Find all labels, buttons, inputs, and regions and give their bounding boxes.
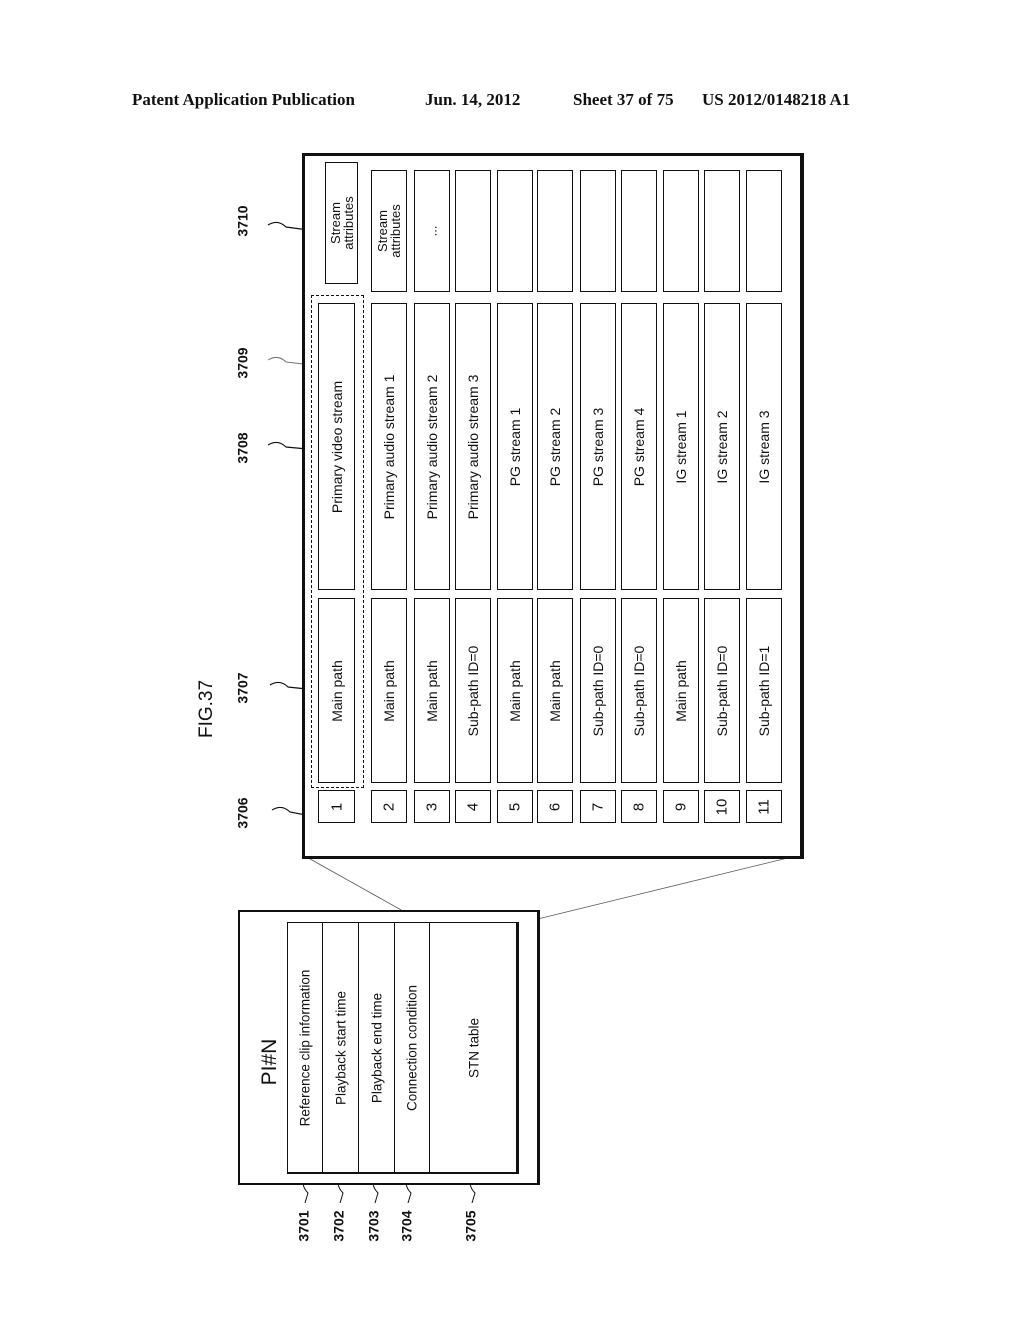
stream-cell: PG stream 1: [497, 303, 533, 590]
path-cell: Sub-path ID=0: [580, 598, 616, 783]
stream-attributes-cell: [497, 170, 533, 292]
stream-attributes-cell: Stream attributes: [325, 162, 358, 284]
ref-3701: 3701: [295, 1210, 312, 1242]
path-cell: Sub-path ID=0: [621, 598, 657, 783]
stream-number-cell: 11: [746, 790, 782, 823]
stream-number-cell: 4: [455, 790, 491, 823]
path-cell: Main path: [371, 598, 407, 783]
stream-cell-text: PG stream 1: [507, 407, 523, 486]
stream-cell-text: PG stream 3: [590, 407, 606, 486]
path-cell-text: Main path: [547, 659, 563, 722]
stream-cell-text: PG stream 2: [547, 407, 563, 486]
pi-field-playback-end: Playback end time: [359, 923, 395, 1172]
path-cell: Main path: [663, 598, 699, 783]
pi-field-stn-table: STN table: [466, 1017, 482, 1078]
ref-3702: 3702: [330, 1210, 347, 1242]
stream-number-cell: 9: [663, 790, 699, 823]
stream-number-cell: 2: [371, 790, 407, 823]
path-cell-text: Main path: [328, 659, 345, 722]
stream-attributes-cell: [580, 170, 616, 292]
ref-3703: 3703: [365, 1210, 382, 1242]
stream-number-cell-text: 3: [423, 802, 441, 811]
stream-attributes-text: ...: [424, 225, 440, 237]
path-cell: Main path: [318, 598, 355, 783]
zoom-connector-line: [512, 854, 801, 926]
stream-number-cell-text: 9: [672, 802, 690, 811]
stream-attributes-cell: Stream attributes: [371, 170, 407, 292]
path-cell: Sub-path ID=0: [455, 598, 491, 783]
stream-cell: IG stream 1: [663, 303, 699, 590]
pi-fields: Reference clip information Playback star…: [287, 922, 519, 1174]
pi-title: PI#N: [258, 1038, 281, 1086]
stream-number-cell-text: 1: [328, 802, 345, 811]
stream-cell-text: Primary audio stream 1: [381, 374, 397, 519]
stream-cell-text: IG stream 2: [714, 409, 730, 484]
stream-cell-text: Primary video stream: [328, 380, 345, 513]
stream-number-cell: 8: [621, 790, 657, 823]
path-cell-text: Sub-path ID=0: [714, 645, 730, 736]
path-cell-text: Main path: [381, 659, 397, 722]
stream-cell: Primary audio stream 3: [455, 303, 491, 590]
stream-attributes-cell: [663, 170, 699, 292]
stream-cell-text: Primary audio stream 2: [424, 374, 440, 519]
stream-cell: IG stream 2: [704, 303, 740, 590]
stream-attributes-cell: [455, 170, 491, 292]
path-cell: Main path: [414, 598, 450, 783]
stream-attributes-cell: [746, 170, 782, 292]
stream-number-cell: 6: [537, 790, 573, 823]
ref-3704: 3704: [398, 1210, 415, 1242]
stream-attributes-cell: [704, 170, 740, 292]
stream-attributes-cell: [537, 170, 573, 292]
path-cell: Sub-path ID=1: [746, 598, 782, 783]
ref-3710: 3710: [234, 205, 251, 237]
pi-field-playback-start: Playback start time: [323, 923, 359, 1172]
stream-cell: PG stream 2: [537, 303, 573, 590]
stream-cell-text: IG stream 1: [673, 409, 689, 484]
pi-field-reference-clip: Reference clip information: [288, 923, 323, 1172]
path-cell-text: Sub-path ID=0: [590, 645, 606, 736]
stream-number-cell: 5: [497, 790, 533, 823]
stream-attributes-text: Stream attributes: [327, 196, 356, 250]
stream-attributes-cell: [621, 170, 657, 292]
stream-attributes-text: Stream attributes: [375, 204, 403, 258]
stream-number-cell-text: 7: [589, 802, 607, 811]
stream-cell: PG stream 3: [580, 303, 616, 590]
ref-3705: 3705: [462, 1210, 479, 1242]
stream-cell: PG stream 4: [621, 303, 657, 590]
path-cell: Main path: [537, 598, 573, 783]
stream-number-cell-text: 6: [546, 802, 564, 811]
path-cell-text: Main path: [507, 659, 523, 722]
ref-3707: 3707: [234, 672, 251, 704]
stream-number-cell-text: 5: [506, 802, 524, 811]
ref-3709: 3709: [234, 347, 251, 379]
stream-number-cell-text: 2: [380, 802, 398, 811]
path-cell-text: Sub-path ID=0: [631, 645, 647, 736]
stream-cell: Primary audio stream 2: [414, 303, 450, 590]
ref-3708: 3708: [234, 432, 251, 464]
stream-number-cell: 10: [704, 790, 740, 823]
pi-field-connection: Connection condition: [395, 923, 430, 1172]
ref-3706: 3706: [234, 797, 251, 829]
stream-number-cell-text: 11: [755, 798, 773, 815]
path-cell-text: Main path: [673, 659, 689, 722]
stream-number-cell-text: 10: [713, 798, 731, 815]
path-cell-text: Sub-path ID=0: [465, 645, 481, 736]
path-cell: Main path: [497, 598, 533, 783]
path-cell: Sub-path ID=0: [704, 598, 740, 783]
stream-cell-text: PG stream 4: [631, 407, 647, 486]
stream-cell: Primary audio stream 1: [371, 303, 407, 590]
stream-cell-text: Primary audio stream 3: [465, 374, 481, 519]
stream-number-cell: 3: [414, 790, 450, 823]
path-cell-text: Sub-path ID=1: [756, 645, 772, 736]
stream-cell-text: IG stream 3: [756, 409, 772, 484]
stream-number-cell: 1: [318, 790, 355, 823]
stream-number-cell-text: 8: [630, 802, 648, 811]
stream-cell: Primary video stream: [318, 303, 355, 590]
path-cell-text: Main path: [424, 659, 440, 722]
stream-cell: IG stream 3: [746, 303, 782, 590]
stream-number-cell-text: 4: [464, 802, 482, 811]
stream-attributes-cell: ...: [414, 170, 450, 292]
stream-number-cell: 7: [580, 790, 616, 823]
